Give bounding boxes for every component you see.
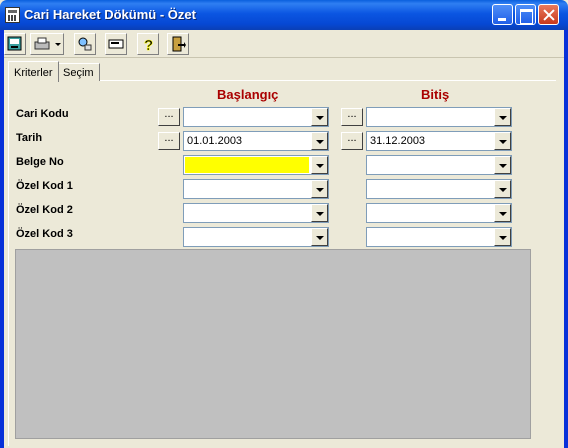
chevron-down-icon[interactable] [311, 228, 328, 246]
preview-button[interactable] [4, 33, 26, 55]
row-label-tarih: Tarih [16, 132, 43, 144]
ozel-kod-3-end-combo[interactable] [366, 227, 512, 247]
printer-icon [34, 37, 61, 50]
belge-no-end-combo[interactable] [366, 155, 512, 175]
close-button[interactable] [538, 4, 559, 25]
cari-kodu-start-browse-button[interactable]: ... [158, 108, 180, 126]
cari-kodu-end-browse-button[interactable]: ... [341, 108, 363, 126]
row-label-belge-no: Belge No [16, 156, 64, 168]
row-label-ozel-kod-2: Özel Kod 2 [16, 204, 73, 216]
tarih-end-value: 31.12.2003 [370, 135, 426, 147]
chevron-down-icon[interactable] [311, 132, 328, 150]
belge-no-start-highlight [185, 157, 309, 173]
window-frame-right [564, 30, 568, 448]
ozel-kod-2-start-combo[interactable] [183, 203, 329, 223]
chevron-down-icon[interactable] [494, 108, 511, 126]
chevron-down-icon[interactable] [311, 204, 328, 222]
exit-button[interactable] [167, 33, 189, 55]
minimize-button[interactable] [492, 4, 513, 25]
chevron-down-icon[interactable] [494, 156, 511, 174]
app-calculator-icon [5, 7, 20, 23]
chevron-down-icon[interactable] [311, 156, 328, 174]
chevron-down-icon[interactable] [494, 204, 511, 222]
cari-kodu-start-combo[interactable] [183, 107, 329, 127]
panel-scrollbar[interactable] [545, 95, 555, 435]
help-icon: ? [144, 37, 154, 52]
tab-secim[interactable]: Seçim [57, 63, 100, 81]
row-label-ozel-kod-3: Özel Kod 3 [16, 228, 73, 240]
chevron-down-icon[interactable] [494, 180, 511, 198]
end-column-header: Bitiş [421, 87, 450, 102]
tarih-start-browse-button[interactable]: ... [158, 132, 180, 150]
chevron-down-icon[interactable] [494, 228, 511, 246]
chevron-down-icon[interactable] [311, 180, 328, 198]
cari-kodu-end-combo[interactable] [366, 107, 512, 127]
window-title: Cari Hareket Dökümü - Özet [24, 7, 196, 22]
tarih-end-combo[interactable]: 31.12.2003 [366, 131, 512, 151]
results-grid-area[interactable] [15, 249, 531, 439]
tray-icon [108, 39, 124, 49]
tray-button[interactable] [105, 33, 127, 55]
toolbar: ? [4, 30, 564, 58]
ozel-kod-1-start-combo[interactable] [183, 179, 329, 199]
window-frame-left [0, 30, 4, 448]
tarih-start-value: 01.01.2003 [187, 135, 243, 147]
ozel-kod-2-end-combo[interactable] [366, 203, 512, 223]
row-label-cari-kodu: Cari Kodu [16, 108, 69, 120]
ozel-kod-1-end-combo[interactable] [366, 179, 512, 199]
help-button[interactable]: ? [137, 33, 159, 55]
tarih-end-browse-button[interactable]: ... [341, 132, 363, 150]
row-label-ozel-kod-1: Özel Kod 1 [16, 180, 73, 192]
find-icon [78, 37, 92, 51]
find-button[interactable] [74, 33, 96, 55]
print-button[interactable] [30, 33, 64, 55]
maximize-button[interactable] [515, 4, 536, 25]
tab-kriterler[interactable]: Kriterler [8, 61, 59, 82]
tarih-start-combo[interactable]: 01.01.2003 [183, 131, 329, 151]
chevron-down-icon[interactable] [311, 108, 328, 126]
preview-icon [7, 36, 22, 51]
start-column-header: Başlangıç [217, 87, 279, 102]
exit-door-icon [172, 36, 186, 52]
title-bar[interactable]: Cari Hareket Dökümü - Özet [0, 0, 568, 30]
ozel-kod-3-start-combo[interactable] [183, 227, 329, 247]
belge-no-start-combo[interactable] [183, 155, 329, 175]
chevron-down-icon[interactable] [494, 132, 511, 150]
svg-text:?: ? [144, 37, 153, 52]
